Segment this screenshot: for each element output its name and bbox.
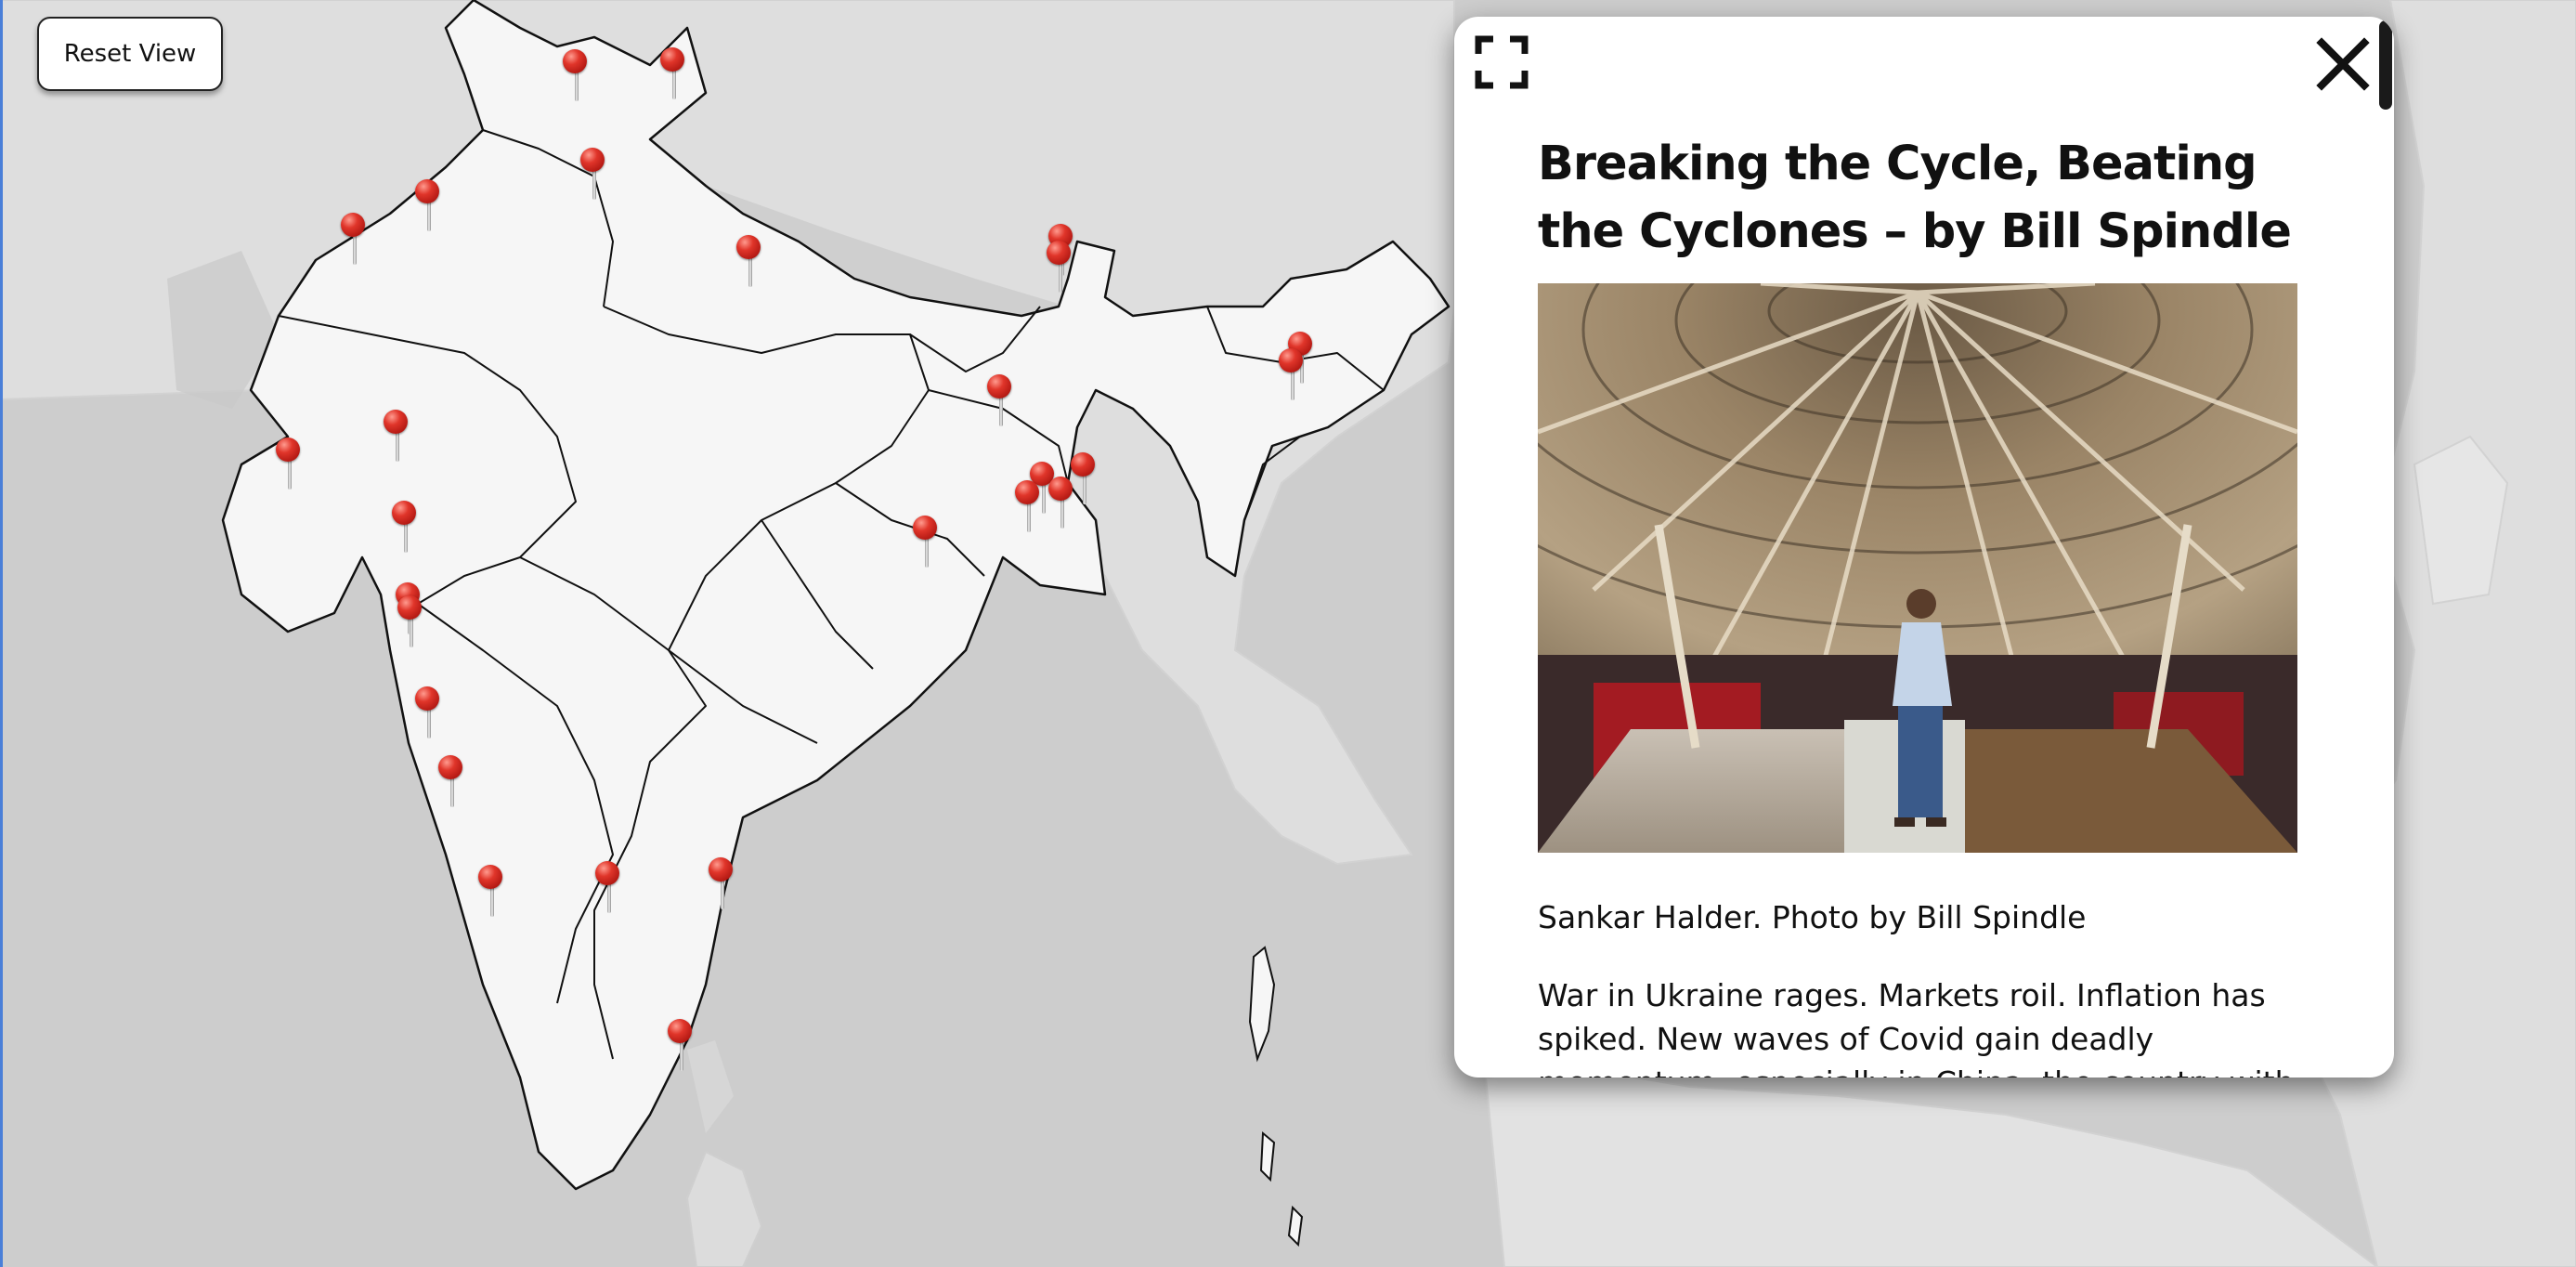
pin-head (438, 755, 462, 779)
map-pin-marker[interactable] (987, 374, 1015, 430)
pin-head (595, 861, 619, 885)
reset-view-button[interactable]: Reset View (37, 17, 223, 91)
pin-head (392, 501, 416, 525)
pin-head (415, 179, 439, 203)
map-pin-marker[interactable] (276, 438, 304, 493)
map-pin-marker[interactable] (1047, 241, 1074, 296)
story-photo (1538, 283, 2297, 853)
map-pin-marker[interactable] (1015, 480, 1043, 536)
pin-head (384, 410, 408, 434)
map-pin-marker[interactable] (415, 179, 443, 235)
map-pin-marker[interactable] (595, 861, 623, 917)
map-pin-marker[interactable] (736, 235, 764, 291)
map-pin-marker[interactable] (392, 501, 420, 556)
map-pin-marker[interactable] (478, 865, 506, 921)
pin-head (478, 865, 502, 889)
pin-head (1015, 480, 1039, 504)
pin-head (397, 595, 422, 620)
popup-scrollbar[interactable] (2379, 20, 2392, 110)
info-popup[interactable]: Breaking the Cycle, Beating the Cyclones… (1454, 17, 2394, 1078)
map-pin-marker[interactable] (415, 686, 443, 742)
pin-head (668, 1019, 692, 1043)
pin-head (341, 213, 365, 237)
pin-head (736, 235, 761, 259)
pin-head (709, 857, 733, 882)
map-pin-marker[interactable] (709, 857, 736, 913)
story-body-text: War in Ukraine rages. Markets roil. Infl… (1538, 977, 2294, 1078)
map-pin-marker[interactable] (384, 410, 411, 465)
map-pin-marker[interactable] (660, 47, 688, 103)
close-x-icon[interactable] (2314, 35, 2372, 93)
pin-head (987, 374, 1011, 398)
map-pin-marker[interactable] (913, 516, 941, 571)
window-edge (0, 0, 3, 1267)
pin-head (1279, 348, 1303, 372)
pin-head (1048, 477, 1073, 501)
map-pin-marker[interactable] (563, 49, 591, 105)
photo-caption: Sankar Halder. Photo by Bill Spindle (1538, 899, 2087, 935)
pin-head (913, 516, 937, 540)
map-pin-marker[interactable] (341, 213, 369, 268)
pin-head (580, 148, 605, 172)
pin-head (563, 49, 587, 73)
pin-head (1071, 452, 1095, 477)
map-pin-marker[interactable] (438, 755, 466, 811)
pin-head (276, 438, 300, 462)
map-pin-marker[interactable] (580, 148, 608, 203)
pin-head (415, 686, 439, 711)
pin-head (660, 47, 684, 72)
map-pin-marker[interactable] (1279, 348, 1307, 404)
map-pin-marker[interactable] (397, 595, 425, 651)
map-pin-marker[interactable] (1048, 477, 1076, 532)
map-pin-marker[interactable] (668, 1019, 696, 1075)
pin-head (1047, 241, 1071, 265)
fullscreen-icon[interactable] (1475, 35, 1529, 89)
story-title: Breaking the Cycle, Beating the Cyclones… (1538, 137, 2292, 259)
